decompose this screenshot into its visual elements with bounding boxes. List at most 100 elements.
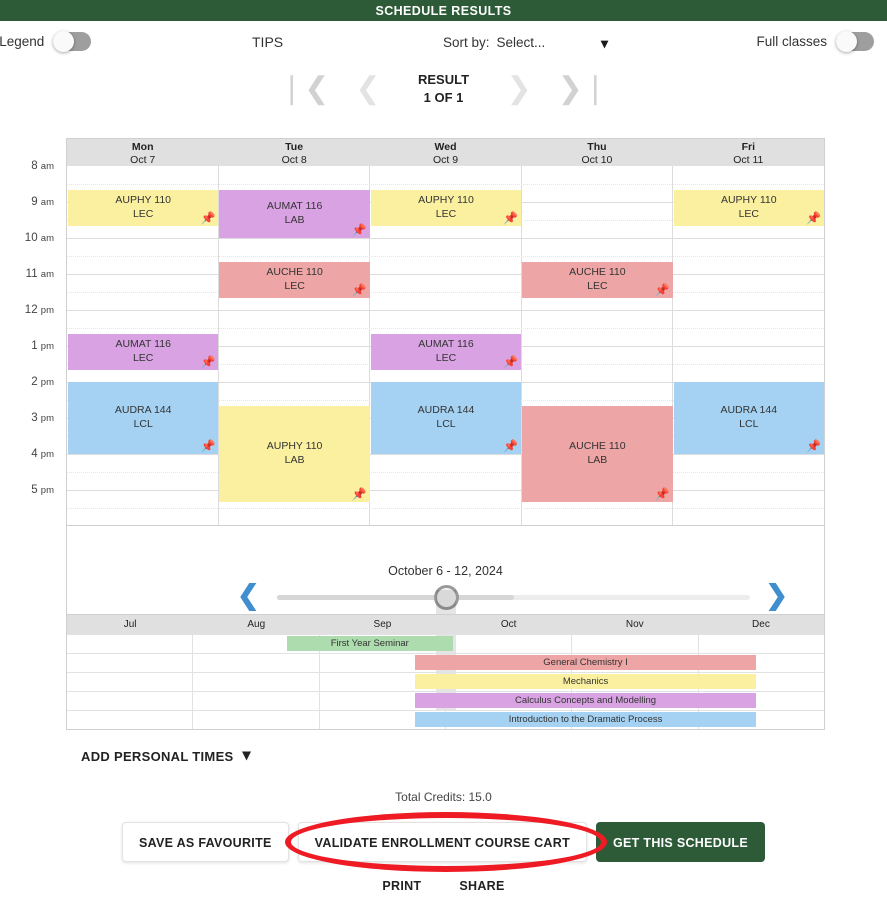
calendar-half-hour-line (67, 508, 824, 509)
calendar-event[interactable]: AUPHY 110 LEC 📌 (370, 189, 522, 226)
event-course-code: AUMAT 116 (266, 200, 323, 213)
timeline-grid-cell (193, 654, 320, 672)
calendar-day-headers: Mon Oct 7 Tue Oct 8 Wed Oct 9 Thu Oct 10 Fri Oct … (66, 138, 825, 166)
save-as-favourite-button[interactable]: SAVE AS FAVOURITE (121, 822, 289, 862)
timeline-month-headers: Jul Aug Sep Oct Nov Dec (67, 615, 824, 634)
next-result-button[interactable]: ❯ (507, 74, 532, 104)
event-section-type: LEC (435, 351, 457, 364)
tips-button[interactable]: TIPS (252, 34, 283, 50)
chevron-down-icon[interactable]: ▾ (243, 748, 251, 764)
timeline-grid-cell (193, 673, 320, 691)
pin-icon[interactable]: 📌 (806, 440, 821, 452)
pin-icon[interactable]: 📌 (200, 356, 215, 368)
pin-icon[interactable]: 📌 (503, 356, 518, 368)
event-section-type: LEC (132, 351, 154, 364)
event-course-code: AUPHY 110 (720, 194, 777, 207)
pin-icon[interactable]: 📌 (352, 284, 367, 296)
timeline-course-bar[interactable]: Mechanics (415, 674, 756, 689)
calendar-event[interactable]: AUCHE 110 LEC 📌 (219, 261, 370, 298)
pin-icon[interactable]: 📌 (503, 440, 518, 452)
chevron-right-icon[interactable]: ❯ (765, 582, 788, 609)
range-slider-track[interactable] (277, 595, 750, 600)
pin-icon[interactable]: 📌 (200, 440, 215, 452)
sort-by-value[interactable]: Select... (497, 35, 546, 50)
range-slider-handle[interactable] (433, 585, 459, 610)
result-label: RESULT (417, 72, 470, 88)
calendar-event[interactable]: AUMAT 116 LEC 📌 (68, 333, 219, 370)
chevron-down-icon[interactable]: ▾ (601, 35, 608, 52)
timeline-course-bar[interactable]: Calculus Concepts and Modelling (415, 693, 756, 708)
pin-icon[interactable]: 📌 (503, 212, 518, 224)
get-this-schedule-button[interactable]: GET THIS SCHEDULE (596, 822, 765, 862)
event-course-code: AUDRA 144 (417, 404, 475, 417)
calendar-day-header-tue: Tue Oct 8 (218, 139, 369, 166)
timeline-grid-cell (67, 654, 194, 672)
legend-toggle[interactable] (53, 31, 92, 52)
full-classes-label: Full classes (756, 34, 827, 49)
calendar-half-hour-line (67, 256, 824, 257)
time-label-9am: 9 am (31, 196, 54, 208)
add-personal-times-button[interactable]: ADD PERSONAL TIMES ▾ (81, 748, 251, 764)
event-course-code: AUCHE 110 (266, 266, 323, 279)
time-label-2pm: 2 pm (31, 376, 54, 388)
slider-row[interactable]: ❮ ❯ (67, 580, 824, 710)
result-pager: ❘❮ ❮ RESULT 1 OF 1 ❯ ❯❘ (0, 63, 887, 115)
calendar-event[interactable]: AUPHY 110 LEC 📌 (673, 189, 824, 226)
pin-icon[interactable]: 📌 (352, 224, 367, 236)
weekly-calendar: Mon Oct 7 Tue Oct 8 Wed Oct 9 Thu Oct 10 Fri Oct … (66, 138, 825, 526)
calendar-event[interactable]: AUPHY 110 LAB 📌 (219, 405, 370, 502)
calendar-event[interactable]: AUCHE 110 LAB 📌 (522, 405, 673, 502)
full-classes-toggle-group[interactable]: Full classes (756, 31, 874, 52)
chevron-left-icon[interactable]: ❮ (237, 582, 260, 609)
calendar-event[interactable]: AUMAT 116 LAB 📌 (219, 189, 370, 238)
timeline-grid-cell (193, 711, 320, 729)
calendar-event[interactable]: AUPHY 110 LEC 📌 (68, 189, 219, 226)
first-result-button[interactable]: ❘❮ (279, 74, 329, 104)
prev-result-button[interactable]: ❮ (355, 74, 380, 104)
event-section-type: LEC (132, 207, 154, 220)
timeline-course-bar[interactable]: General Chemistry I (415, 655, 756, 670)
calendar-event[interactable]: AUCHE 110 LEC 📌 (522, 261, 673, 298)
date-range-label: October 6 - 12, 2024 (388, 564, 503, 578)
calendar-hour-line (67, 274, 824, 275)
event-section-type: LEC (587, 279, 608, 292)
timeline-course-bar[interactable]: Introduction to the Dramatic Process (415, 712, 756, 727)
validate-enrollment-course-cart-button[interactable]: VALIDATE ENROLLMENT COURSE CART (297, 822, 588, 862)
calendar-half-hour-line (67, 328, 824, 329)
last-result-button[interactable]: ❯❘ (558, 74, 608, 104)
page-title: SCHEDULE RESULTS (375, 3, 512, 18)
page-banner: SCHEDULE RESULTS (0, 0, 887, 21)
sort-by-group[interactable]: Sort by: Select... ▾ (443, 35, 608, 51)
event-course-code: AUDRA 144 (720, 404, 778, 417)
event-section-type: LEC (435, 207, 457, 220)
pin-icon[interactable]: 📌 (655, 284, 670, 296)
calendar-event[interactable]: AUDRA 144 LCL 📌 (370, 382, 522, 454)
calendar-event[interactable]: AUDRA 144 LCL 📌 (673, 382, 824, 454)
full-classes-toggle[interactable] (836, 31, 874, 52)
calendar-hour-line (67, 454, 824, 455)
event-section-type: LEC (738, 207, 759, 220)
event-section-type: LCL (436, 418, 456, 430)
calendar-grid[interactable]: AUPHY 110 LEC 📌 AUMAT 116 LAB 📌 AUPHY 110 LEC 📌 A… (66, 166, 825, 526)
share-button[interactable]: SHARE (459, 879, 504, 893)
calendar-hour-line (67, 310, 824, 311)
calendar-event[interactable]: AUMAT 116 LEC 📌 (370, 333, 522, 370)
pin-icon[interactable]: 📌 (352, 488, 367, 500)
timeline-grid-cell (699, 635, 824, 653)
timeline-month-oct: Oct (500, 619, 517, 630)
calendar-event[interactable]: AUDRA 144 LCL 📌 (68, 382, 219, 454)
pin-icon[interactable]: 📌 (806, 212, 821, 224)
legend-toggle-group[interactable]: e Legend (0, 31, 92, 52)
time-label-3pm: 3 pm (31, 412, 54, 424)
pin-icon[interactable]: 📌 (655, 488, 670, 500)
calendar-day-header-fri: Fri Oct 11 (673, 139, 824, 166)
time-label-8am: 8 am (31, 160, 54, 172)
add-personal-times-label: ADD PERSONAL TIMES (81, 748, 234, 764)
event-section-type: LCL (133, 418, 153, 430)
print-button[interactable]: PRINT (382, 879, 421, 893)
calendar-half-hour-line (67, 472, 824, 473)
pin-icon[interactable]: 📌 (200, 212, 215, 224)
timeline-course-bar[interactable]: First Year Seminar (286, 636, 454, 651)
action-button-row: SAVE AS FAVOURITE VALIDATE ENROLLMENT CO… (0, 822, 887, 862)
timeline-grid-cell (446, 635, 573, 653)
